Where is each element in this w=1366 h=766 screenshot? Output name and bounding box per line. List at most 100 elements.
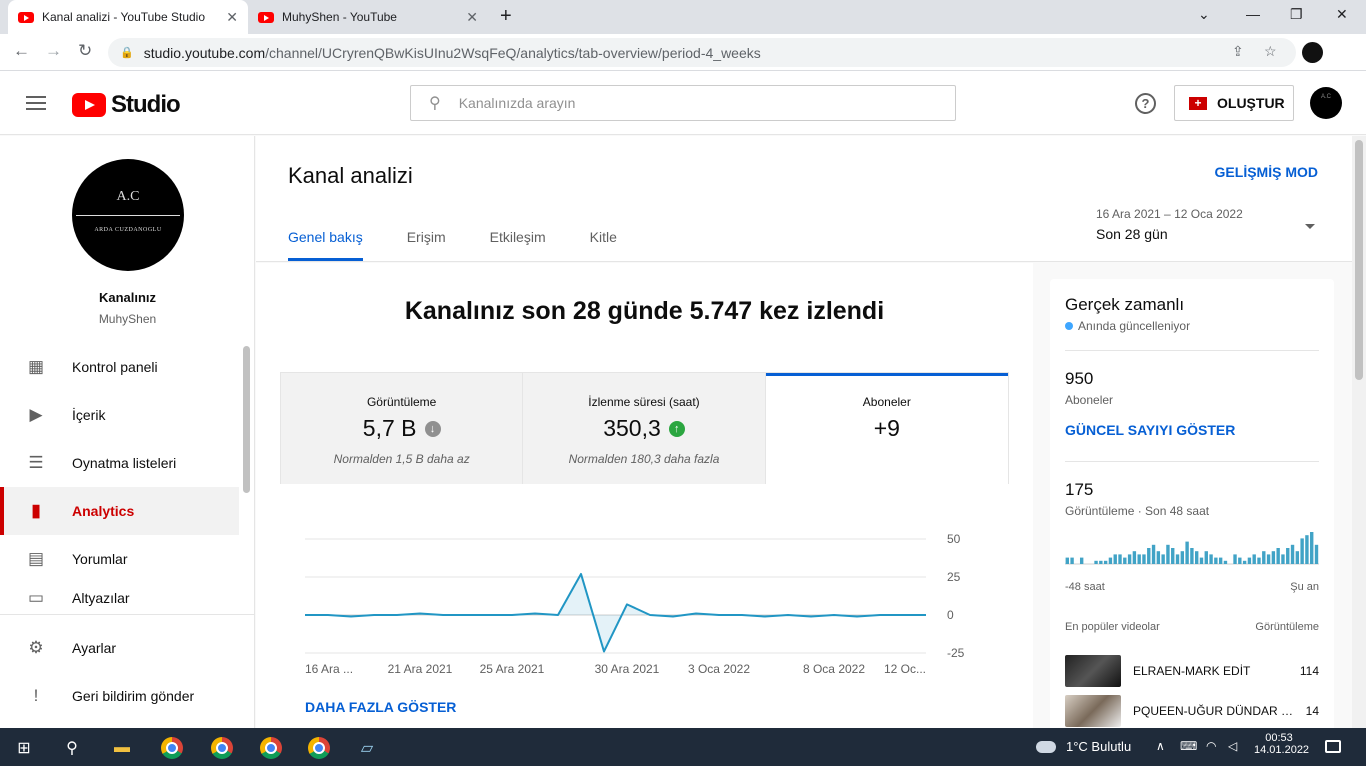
close-icon[interactable]: ✕ — [226, 9, 238, 26]
realtime-bar — [1314, 544, 1319, 564]
tab-search-icon[interactable]: ⌄ — [1198, 6, 1210, 23]
create-button[interactable]: + OLUŞTUR — [1174, 85, 1294, 121]
search-input[interactable]: ⚲ Kanalınızda arayın — [410, 85, 956, 121]
metric-watch-time[interactable]: İzlenme süresi (saat) 350,3 ↑ Normalden … — [523, 373, 766, 484]
chrome-icon[interactable] — [161, 737, 183, 759]
volume-icon[interactable]: ◁ — [1228, 739, 1237, 753]
subtitles-icon: ▭ — [27, 588, 45, 607]
browser-tab-studio[interactable]: Kanal analizi - YouTube Studio ✕ — [8, 0, 248, 34]
chrome-icon[interactable] — [260, 737, 282, 759]
tab-audience[interactable]: Kitle — [590, 229, 617, 261]
minimize-icon[interactable]: — — [1246, 6, 1260, 22]
realtime-axis-start: -48 saat — [1065, 581, 1105, 593]
list-item[interactable]: ELRAEN-MARK EDİT 114 — [1065, 655, 1319, 687]
list-item[interactable]: PQUEEN-UĞUR DÜNDAR EDİT 14 — [1065, 695, 1319, 727]
realtime-bar — [1305, 535, 1309, 564]
x-tick-label: 21 Ara 2021 — [388, 662, 453, 676]
sidebar-item-dashboard[interactable]: ▦ Kontrol paneli — [0, 343, 239, 391]
menu-icon[interactable] — [26, 96, 46, 110]
date-range-label[interactable]: Son 28 gün — [1096, 226, 1168, 242]
file-explorer-icon[interactable]: ▬ — [111, 737, 133, 759]
sidebar-item-content[interactable]: ▶ İçerik — [0, 391, 239, 439]
reload-icon[interactable]: ↻ — [78, 41, 92, 61]
browser-tab-title: Kanal analizi - YouTube Studio — [42, 10, 206, 24]
tab-engagement[interactable]: Etkileşim — [490, 229, 546, 261]
realtime-subtitle: Anında güncelleniyor — [1078, 319, 1191, 333]
realtime-bar — [1079, 557, 1084, 564]
url-input[interactable]: 🔒 studio.youtube.com/channel/UCryrenQBwK… — [108, 38, 1296, 67]
help-icon[interactable]: ? — [1135, 93, 1156, 114]
metric-label: Aboneler — [862, 395, 911, 409]
overview-card: Kanalınız son 28 günde 5.747 kez izlendi… — [256, 263, 1033, 728]
realtime-bar — [1233, 554, 1237, 564]
windows-start-icon[interactable]: ⊞ — [13, 737, 35, 759]
notifications-icon[interactable] — [1325, 740, 1341, 753]
share-icon[interactable]: ⇪ — [1232, 43, 1244, 60]
clock[interactable]: 00:53 14.01.2022 — [1254, 732, 1309, 756]
show-current-count-button[interactable]: GÜNCEL SAYIYI GÖSTER — [1065, 422, 1235, 438]
live-dot-icon — [1065, 322, 1073, 330]
metric-value-row: +9 — [766, 415, 1008, 442]
metric-views[interactable]: Görüntüleme 5,7 B ↓ Normalden 1,5 B daha… — [281, 373, 524, 484]
realtime-bar — [1242, 560, 1247, 564]
sidebar-scrollbar[interactable] — [243, 346, 250, 493]
channel-avatar[interactable]: A.C ARDA CUZDANOGLU — [72, 159, 184, 271]
sidebar-item-analytics[interactable]: ▮ Analytics — [0, 487, 239, 535]
divider — [1065, 461, 1319, 462]
browser-tab-youtube[interactable]: MuhyShen - YouTube ✕ — [248, 0, 488, 34]
tab-overview[interactable]: Genel bakış — [288, 229, 363, 261]
bookmark-star-icon[interactable]: ☆ — [1264, 43, 1277, 60]
sidebar-item-playlists[interactable]: ☰ Oynatma listeleri — [0, 439, 239, 487]
metric-value: +9 — [873, 415, 900, 441]
page-scrollbar[interactable] — [1352, 136, 1366, 728]
avatar-divider — [76, 215, 180, 216]
metric-note: Normalden 180,3 daha fazla — [568, 452, 720, 466]
realtime-bar — [1209, 554, 1213, 564]
scrollbar-thumb[interactable] — [1355, 140, 1363, 380]
metric-note: Normalden 1,5 B daha az — [333, 452, 470, 466]
new-tab-icon[interactable]: + — [500, 5, 512, 28]
sidebar-item-feedback[interactable]: ! Geri bildirim gönder — [0, 672, 239, 720]
weather-widget[interactable]: 1°C Bulutlu — [1036, 739, 1131, 754]
realtime-bar — [1113, 554, 1117, 564]
account-avatar[interactable]: A.C — [1310, 87, 1342, 119]
date-range-dates[interactable]: 16 Ara 2021 – 12 Oca 2022 — [1096, 207, 1243, 221]
realtime-bar — [1194, 551, 1199, 564]
metric-label: İzlenme süresi (saat) — [588, 395, 700, 409]
chrome-icon[interactable] — [308, 737, 330, 759]
realtime-bar — [1276, 548, 1280, 564]
browser-profile-avatar[interactable] — [1302, 42, 1323, 63]
notepad-icon[interactable]: ▱ — [356, 737, 378, 759]
wifi-icon[interactable]: ◠ — [1206, 739, 1216, 753]
chrome-icon[interactable] — [211, 737, 233, 759]
maximize-icon[interactable]: ❐ — [1290, 6, 1303, 23]
close-icon[interactable]: ✕ — [466, 9, 478, 26]
sidebar-item-settings[interactable]: ⚙ Ayarlar — [0, 624, 239, 672]
metric-value: 350,3 — [603, 415, 661, 441]
realtime-bar — [1171, 548, 1175, 564]
studio-logo[interactable]: Studio — [72, 91, 181, 119]
window-close-icon[interactable]: ✕ — [1336, 6, 1348, 23]
show-more-button[interactable]: DAHA FAZLA GÖSTER — [305, 699, 456, 715]
back-icon[interactable]: ← — [13, 41, 30, 61]
metric-label: Görüntüleme — [366, 395, 437, 409]
chevron-down-icon[interactable] — [1305, 224, 1315, 229]
keyboard-icon[interactable]: ⌨ — [1180, 739, 1197, 753]
y-tick-label: 25 — [947, 570, 961, 584]
tab-reach[interactable]: Erişim — [407, 229, 446, 261]
sidebar-item-comments[interactable]: ▤ Yorumlar — [0, 535, 239, 583]
sidebar-item-label: Geri bildirim gönder — [72, 688, 195, 704]
realtime-bar — [1151, 544, 1156, 564]
video-thumbnail — [1065, 695, 1121, 727]
sidebar-item-label: Yorumlar — [72, 551, 128, 567]
realtime-bar — [1281, 554, 1285, 564]
sidebar-item-subtitles[interactable]: ▭ Altyazılar — [0, 583, 239, 613]
realtime-bar — [1185, 541, 1189, 564]
chevron-up-icon[interactable]: ∧ — [1156, 739, 1165, 753]
forward-icon[interactable]: → — [45, 41, 62, 61]
realtime-bar — [1190, 548, 1194, 564]
advanced-mode-button[interactable]: GELİŞMİŞ MOD — [1215, 164, 1318, 180]
realtime-bar — [1214, 557, 1218, 564]
search-icon[interactable]: ⚲ — [61, 737, 83, 759]
metric-subscribers[interactable]: Aboneler +9 — [765, 373, 1008, 484]
